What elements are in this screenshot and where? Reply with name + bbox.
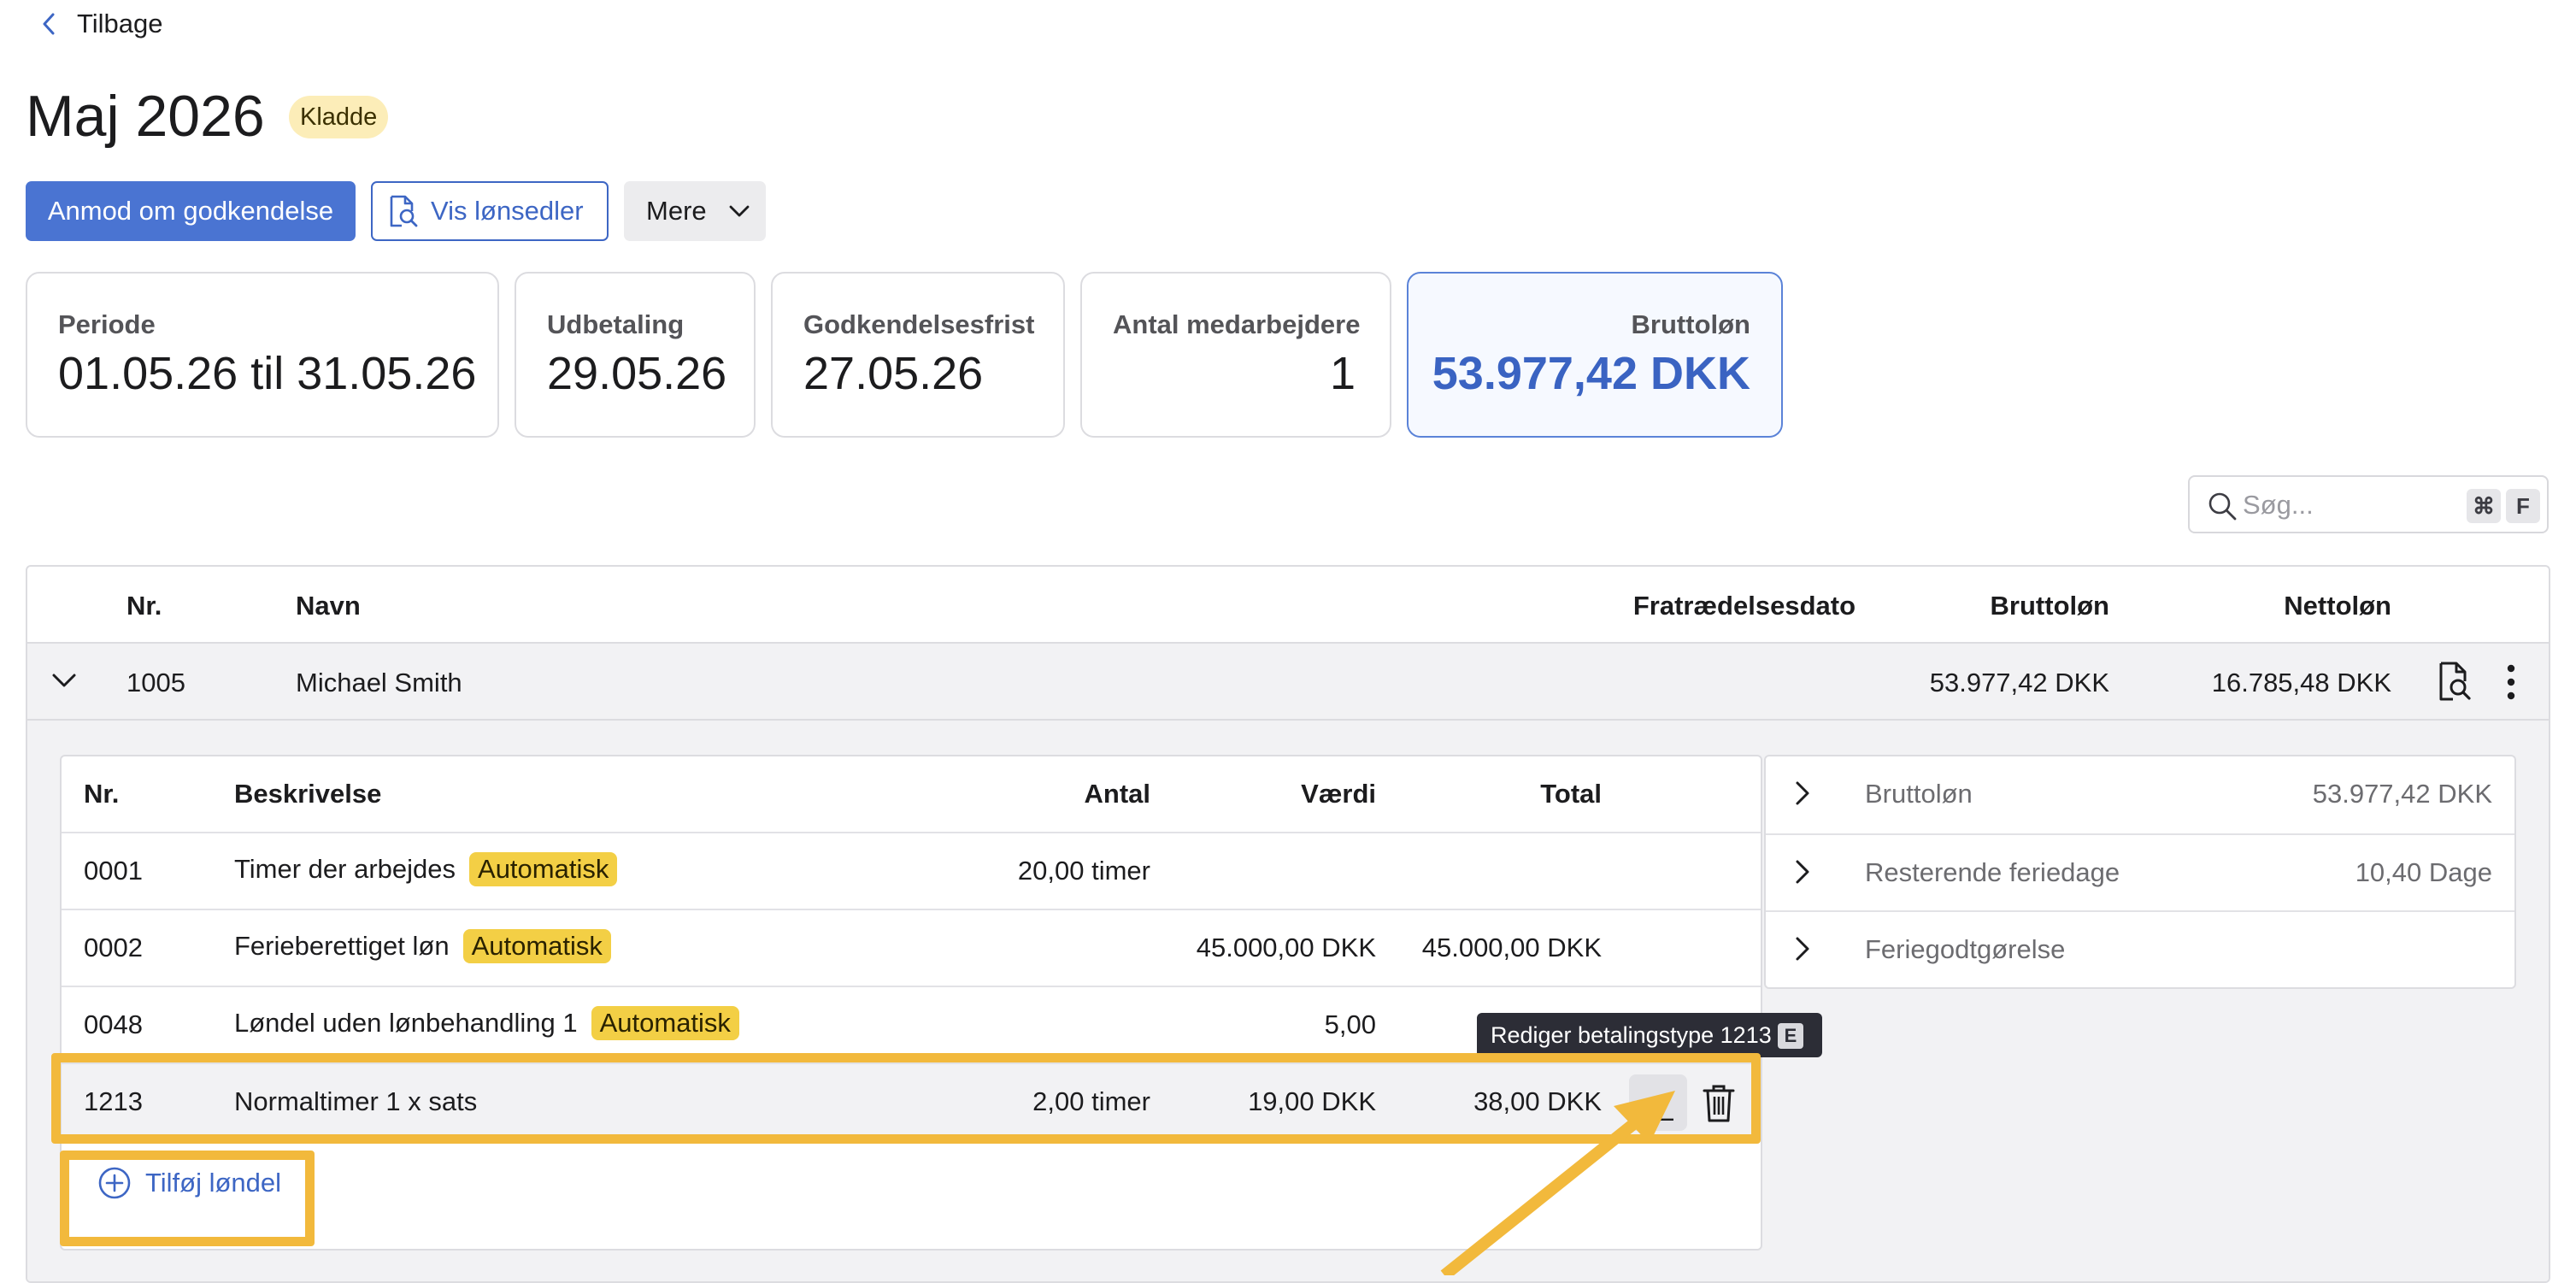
component-description-text: Løndel uden lønbehandling 1 [234, 1008, 578, 1038]
document-search-icon [388, 194, 419, 228]
comp-header-nr: Nr. [84, 779, 120, 809]
search-icon [2207, 491, 2238, 521]
payout-card: Udbetaling 29.05.26 [515, 272, 756, 438]
component-nr: 0001 [84, 856, 143, 886]
summary-row[interactable]: Feriegodtgørelse [1766, 910, 2514, 987]
employee-count-card: Antal medarbejdere 1 [1080, 272, 1391, 438]
component-description-text: Timer der arbejdes [234, 854, 456, 884]
automatic-badge: Automatisk [462, 929, 611, 963]
employee-net: 16.785,48 DKK [2211, 668, 2391, 697]
more-dropdown-button[interactable]: Mere [624, 181, 766, 241]
shortcut-cmd-key: ⌘ [2467, 489, 2501, 523]
chevron-down-icon [729, 205, 750, 217]
employee-count-label: Antal medarbejdere [1113, 309, 1361, 339]
comp-header-total: Total [1540, 779, 1602, 809]
comp-header-quantity: Antal [1084, 779, 1151, 809]
col-header-termination: Fratrædelsesdato [1632, 591, 1856, 621]
col-header-net: Nettoløn [2284, 591, 2391, 621]
page-title: Maj 2026 [26, 84, 265, 149]
col-header-gross: Bruttoløn [1990, 591, 2109, 621]
component-description: Ferieberettiget løn Automatisk [234, 929, 611, 963]
gross-card[interactable]: Bruttoløn 53.977,42 DKK [1407, 272, 1783, 438]
gross-label: Bruttoløn [1631, 309, 1750, 339]
chevron-right-icon [1795, 780, 1810, 806]
salary-summary-panel: Bruttoløn 53.977,42 DKK Resterende ferie… [1764, 755, 2516, 989]
component-nr: 0002 [84, 933, 143, 962]
summary-value: 53.977,42 DKK [2312, 779, 2492, 809]
back-link[interactable]: Tilbage [43, 7, 163, 41]
automatic-badge: Automatisk [469, 852, 618, 886]
list-item[interactable]: 0001 Timer der arbejdes Automatisk 20,00… [62, 832, 1761, 909]
shortcut-f-key: F [2506, 489, 2540, 523]
comp-header-value: Værdi [1301, 779, 1376, 809]
chevron-left-icon [43, 13, 55, 35]
view-payslips-label: Vis lønsedler [431, 196, 584, 226]
chevron-right-icon [1795, 859, 1810, 885]
plus-circle-icon [97, 1166, 132, 1200]
period-value: 01.05.26 til 31.05.26 [58, 348, 477, 399]
row-menu-icon[interactable] [2506, 664, 2516, 700]
component-description: Normaltimer 1 x sats [234, 1086, 478, 1116]
search-input[interactable] [2241, 486, 2458, 525]
component-quantity: 2,00 timer [1032, 1086, 1150, 1116]
period-label: Periode [58, 309, 156, 339]
deadline-card: Godkendelsesfrist 27.05.26 [771, 272, 1065, 438]
annotation-arrow [1440, 1091, 1675, 1275]
summary-row[interactable]: Bruttoløn 53.977,42 DKK [1766, 756, 2514, 833]
deadline-label: Godkendelsesfrist [803, 309, 1035, 339]
component-nr: 1213 [84, 1086, 143, 1116]
component-total: 45.000,00 DKK [1421, 933, 1602, 962]
payout-label: Udbetaling [547, 309, 685, 339]
view-payslips-button[interactable]: Vis lønsedler [371, 181, 609, 241]
component-value: 45.000,00 DKK [1196, 933, 1376, 962]
summary-label: Resterende feriedage [1865, 857, 2120, 887]
component-value: 5,00 [1324, 1009, 1376, 1039]
edit-tooltip: Rediger betalingstype 1213 E [1477, 1013, 1822, 1057]
tooltip-shortcut-key: E [1778, 1023, 1803, 1049]
trash-icon[interactable] [1703, 1083, 1735, 1124]
add-component-button[interactable]: Tilføj løndel [97, 1162, 281, 1204]
status-badge: Kladde [289, 96, 389, 138]
component-description-text: Ferieberettiget løn [234, 931, 450, 961]
employee-name: Michael Smith [296, 668, 462, 697]
chevron-right-icon [1795, 936, 1810, 962]
component-quantity: 20,00 timer [1017, 856, 1150, 886]
collapse-chevron-icon[interactable] [51, 673, 77, 688]
more-label: Mere [646, 196, 707, 226]
summary-label: Feriegodtgørelse [1865, 934, 2066, 964]
summary-label: Bruttoløn [1865, 779, 1973, 809]
back-link-label: Tilbage [77, 9, 163, 38]
component-description: Løndel uden lønbehandling 1 Automatisk [234, 1006, 739, 1040]
request-approval-label: Anmod om godkendelse [47, 196, 334, 226]
component-value: 19,00 DKK [1248, 1086, 1376, 1116]
automatic-badge: Automatisk [591, 1006, 739, 1040]
add-component-label: Tilføj løndel [145, 1168, 282, 1198]
search-box[interactable]: ⌘ F [2188, 475, 2549, 533]
summary-value: 10,40 Dage [2355, 857, 2492, 887]
payout-value: 29.05.26 [547, 348, 727, 399]
list-item[interactable]: 0002 Ferieberettiget løn Automatisk 45.0… [62, 909, 1761, 986]
col-header-name: Navn [296, 591, 361, 621]
employee-nr: 1005 [126, 668, 185, 697]
deadline-value: 27.05.26 [803, 348, 984, 399]
payslip-preview-icon[interactable] [2438, 661, 2472, 702]
request-approval-button[interactable]: Anmod om godkendelse [26, 181, 356, 241]
col-header-nr: Nr. [126, 591, 162, 621]
payroll-table: Nr. Navn Fratrædelsesdato Bruttoløn Nett… [26, 565, 2550, 1283]
tooltip-text: Rediger betalingstype 1213 [1491, 1022, 1772, 1048]
component-nr: 0048 [84, 1009, 143, 1039]
employee-gross: 53.977,42 DKK [1929, 668, 2109, 697]
table-row[interactable]: 1005 Michael Smith 53.977,42 DKK 16.785,… [27, 644, 2549, 721]
component-description: Timer der arbejdes Automatisk [234, 852, 618, 886]
gross-value: 53.977,42 DKK [1432, 348, 1750, 399]
comp-header-description: Beskrivelse [234, 779, 382, 809]
period-card: Periode 01.05.26 til 31.05.26 [26, 272, 499, 438]
summary-row[interactable]: Resterende feriedage 10,40 Dage [1766, 833, 2514, 910]
employee-count-value: 1 [1329, 348, 1356, 399]
